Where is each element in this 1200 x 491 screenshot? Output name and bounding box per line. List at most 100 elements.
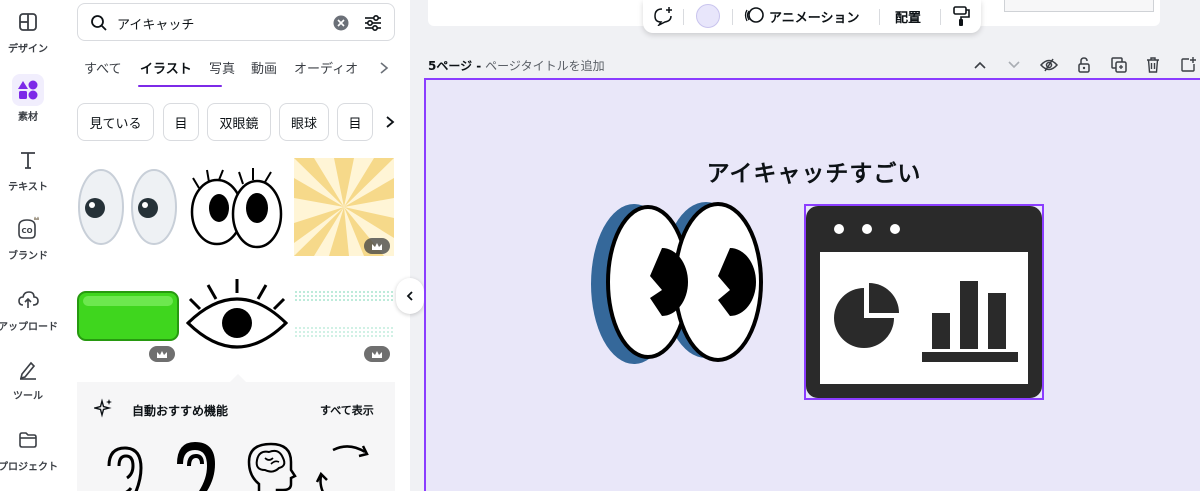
dropdown-box[interactable] <box>1004 0 1154 12</box>
cloud-upload-icon <box>12 284 44 316</box>
rail-item-tools[interactable]: ツール <box>0 353 56 402</box>
chevron-up-icon <box>974 61 986 69</box>
ear-icon[interactable] <box>105 444 147 491</box>
magic-recommendations: 自動おすすめ機能 すべて表示 <box>77 382 395 491</box>
toolbar-separator <box>940 9 941 25</box>
suggestion-chip[interactable]: 見ている <box>77 103 154 141</box>
suggestion-chip[interactable]: 目 <box>163 103 199 141</box>
rail-label: 素材 <box>18 112 38 123</box>
toolbar-separator <box>683 9 684 25</box>
left-rail: デザイン 素材 テキスト CO ブランド アップロード ツール プロジェクト <box>0 0 58 491</box>
rail-item-upload[interactable]: アップロード <box>0 284 58 333</box>
chevron-right-icon[interactable] <box>382 114 398 130</box>
collapse-panel-button[interactable] <box>396 278 424 314</box>
design-canvas[interactable]: アイキャッチすごい <box>424 78 1200 491</box>
add-page-icon <box>1181 57 1196 72</box>
selection-box <box>804 204 1044 400</box>
cartoon-eyes-thumbnail[interactable] <box>189 158 287 256</box>
chip-label: 見ている <box>89 116 142 132</box>
tab-photos[interactable]: 写真 <box>209 58 235 77</box>
toolbar-separator <box>879 9 880 25</box>
eye-hide-icon <box>1040 58 1058 72</box>
suggestion-chip[interactable]: 目 <box>337 103 373 141</box>
page-header: 5ページ - ページタイトルを追加 <box>428 57 605 74</box>
premium-crown-icon <box>364 346 390 362</box>
cycle-arrows-icon[interactable] <box>313 442 379 491</box>
search-box[interactable]: アイキャッチ <box>77 3 395 41</box>
chevron-left-icon <box>406 291 413 301</box>
chip-label: 目 <box>174 116 188 132</box>
sparkle-icon <box>94 398 112 418</box>
search-icon <box>91 15 107 31</box>
brand-icon: CO <box>12 213 44 245</box>
svg-text:CO: CO <box>22 227 33 235</box>
show-all-link[interactable]: すべて表示 <box>320 402 374 418</box>
rail-label: デザイン <box>8 44 48 55</box>
duplicate-page-button[interactable] <box>1109 55 1129 75</box>
eye-line-thumbnail[interactable] <box>186 275 288 355</box>
canvas-heading[interactable]: アイキャッチすごい <box>426 154 1200 188</box>
text-icon <box>12 144 44 176</box>
folder-icon <box>12 424 44 456</box>
rail-item-design[interactable]: デザイン <box>0 6 56 55</box>
rail-label: プロジェクト <box>0 462 58 473</box>
lock-page-button[interactable] <box>1074 55 1094 75</box>
page-up-button[interactable] <box>970 55 990 75</box>
arrange-button[interactable]: 配置 <box>895 7 921 26</box>
duplicate-icon <box>1111 57 1127 73</box>
animation-button[interactable]: アニメーション <box>769 7 859 26</box>
suggestion-chip[interactable]: 双眼鏡 <box>207 103 271 141</box>
ear-filled-icon[interactable] <box>175 440 217 491</box>
rail-item-projects[interactable]: プロジェクト <box>0 424 58 473</box>
trash-icon <box>1147 57 1159 73</box>
add-page-title[interactable]: ページタイトルを追加 <box>485 59 605 73</box>
page-number: 5ページ - <box>428 59 482 73</box>
animation-icon <box>744 7 764 23</box>
format-painter-icon[interactable] <box>951 5 971 27</box>
rail-label: アップロード <box>0 322 58 333</box>
tab-audio[interactable]: オーディオ <box>294 58 358 77</box>
rail-item-brand[interactable]: CO ブランド <box>0 213 56 262</box>
rail-label: ツール <box>13 391 43 402</box>
search-input[interactable]: アイキャッチ <box>117 14 194 33</box>
clear-icon[interactable] <box>333 15 349 31</box>
chip-label: 眼球 <box>290 116 317 132</box>
lock-icon <box>1078 57 1090 73</box>
elements-panel: アイキャッチ すべて イラスト 写真 動画 オーディオ 見ている 目 双眼鏡 眼… <box>64 0 410 491</box>
layout-icon <box>12 6 44 38</box>
chevron-down-icon <box>1008 61 1020 69</box>
active-tab-indicator <box>138 85 222 87</box>
magic-title: 自動おすすめ機能 <box>132 404 229 418</box>
filter-icon[interactable] <box>363 13 383 33</box>
tab-all[interactable]: すべて <box>84 58 122 77</box>
green-button-thumbnail[interactable] <box>77 290 179 362</box>
chip-label: 目 <box>348 116 362 132</box>
premium-crown-icon <box>364 238 390 254</box>
page-down-button[interactable] <box>1004 55 1024 75</box>
tab-videos[interactable]: 動画 <box>251 58 277 77</box>
suggestion-chip[interactable]: 眼球 <box>279 103 329 141</box>
brain-head-icon[interactable] <box>245 440 297 491</box>
tab-illustrations[interactable]: イラスト <box>140 58 192 77</box>
hide-page-button[interactable] <box>1039 55 1059 75</box>
category-tabs: すべて イラスト 写真 動画 オーディオ <box>84 58 404 88</box>
context-toolbar: アニメーション 配置 <box>643 0 981 33</box>
rail-label: テキスト <box>8 182 48 193</box>
pointer-caret <box>230 374 246 382</box>
rail-label: ブランド <box>8 251 48 262</box>
color-swatch-button[interactable] <box>696 4 720 28</box>
rail-item-text[interactable]: テキスト <box>0 144 56 193</box>
googly-eyes-thumbnail[interactable] <box>77 158 179 256</box>
halftone-thumbnail[interactable] <box>294 290 394 362</box>
chip-label: 双眼鏡 <box>219 116 259 132</box>
rail-item-elements[interactable]: 素材 <box>0 74 56 123</box>
delete-page-button[interactable] <box>1143 55 1163 75</box>
add-page-button[interactable] <box>1178 55 1198 75</box>
premium-crown-icon <box>149 346 175 362</box>
chevron-right-icon[interactable] <box>377 60 391 76</box>
shapes-icon <box>12 74 44 106</box>
cartoon-eyes-graphic[interactable] <box>588 202 770 372</box>
sunburst-thumbnail[interactable] <box>294 158 394 256</box>
pen-tool-icon <box>12 353 44 385</box>
comment-add-icon[interactable] <box>652 6 674 26</box>
